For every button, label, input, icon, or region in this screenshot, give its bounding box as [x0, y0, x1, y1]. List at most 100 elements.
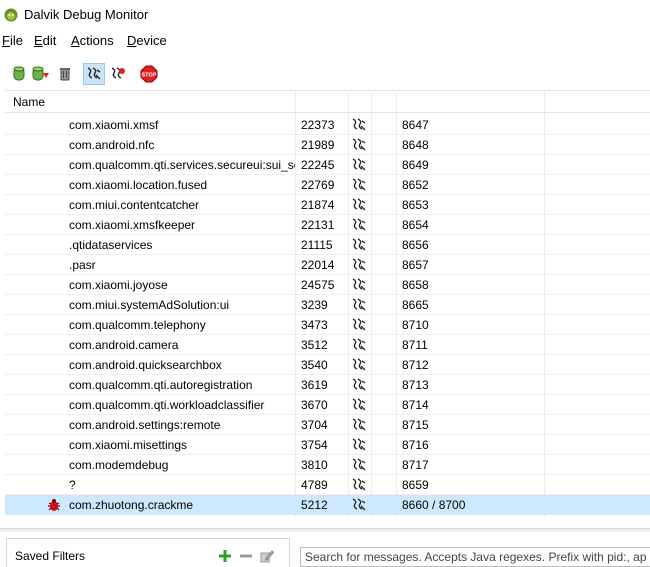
- menu-device[interactable]: Device: [127, 33, 167, 48]
- thread-icon: [352, 238, 366, 251]
- table-row[interactable]: .pasr 22014 8657: [5, 255, 650, 275]
- thread-status-cell: [351, 457, 373, 476]
- process-pid: 4789: [301, 478, 328, 492]
- menu-edit[interactable]: Edit: [34, 33, 56, 48]
- process-name: com.qualcomm.telephony: [69, 318, 206, 332]
- pane-separator[interactable]: [0, 528, 650, 532]
- table-row[interactable]: .qtidataservices 21115 8656: [5, 235, 650, 255]
- table-row[interactable]: com.xiaomi.joyose 24575 8658: [5, 275, 650, 295]
- table-row[interactable]: com.android.quicksearchbox 3540 8712: [5, 355, 650, 375]
- thread-icon: [352, 458, 366, 471]
- thread-icon: [352, 438, 366, 451]
- process-pid: 3754: [301, 438, 328, 452]
- thread-status-cell: [351, 417, 373, 436]
- debug-port: 8714: [402, 398, 429, 412]
- table-row[interactable]: com.qualcomm.telephony 3473 8710: [5, 315, 650, 335]
- table-row[interactable]: com.modemdebug 3810 8717: [5, 455, 650, 475]
- cause-gc-button[interactable]: [54, 63, 76, 85]
- menu-actions[interactable]: Actions: [71, 33, 114, 48]
- thread-status-cell: [351, 257, 373, 276]
- thread-icon: [352, 158, 366, 171]
- process-name: com.qualcomm.qti.autoregistration: [69, 378, 253, 392]
- debug-port: 8653: [402, 198, 429, 212]
- debug-port: 8713: [402, 378, 429, 392]
- debug-port: 8660 / 8700: [402, 498, 466, 512]
- debug-port: 8659: [402, 478, 429, 492]
- process-name: com.android.settings:remote: [69, 418, 221, 432]
- method-profiling-button[interactable]: [107, 63, 129, 85]
- window-title: Dalvik Debug Monitor: [24, 7, 149, 22]
- process-name: com.miui.contentcatcher: [69, 198, 200, 212]
- thread-status-cell: [351, 137, 373, 156]
- process-name: com.xiaomi.xmsf: [69, 118, 159, 132]
- process-pid: 5212: [301, 498, 328, 512]
- table-row[interactable]: com.miui.contentcatcher 21874 8653: [5, 195, 650, 215]
- thread-status-cell: [351, 357, 373, 376]
- saved-filters-panel: Saved Filters: [6, 538, 290, 567]
- debug-port: 8648: [402, 138, 429, 152]
- thread-icon: [352, 138, 366, 151]
- process-pid: 21989: [301, 138, 335, 152]
- stop-process-button[interactable]: STOP: [138, 63, 160, 85]
- process-pid: 3239: [301, 298, 328, 312]
- process-name: com.android.quicksearchbox: [69, 358, 222, 372]
- update-threads-button[interactable]: [83, 63, 105, 85]
- thread-status-cell: [351, 297, 373, 316]
- debug-port: 8657: [402, 258, 429, 272]
- saved-filters-label: Saved Filters: [15, 549, 86, 563]
- process-name: com.modemdebug: [69, 458, 169, 472]
- plus-icon: [219, 550, 231, 562]
- logcat-search-input[interactable]: [300, 547, 650, 567]
- table-row[interactable]: com.xiaomi.xmsf 22373 8647: [5, 115, 650, 135]
- dump-hprof-button[interactable]: [30, 63, 52, 85]
- add-filter-button[interactable]: [217, 548, 233, 564]
- column-header-name[interactable]: Name: [13, 95, 45, 109]
- debug-port: 8649: [402, 158, 429, 172]
- thread-icon: [352, 338, 366, 351]
- table-row[interactable]: com.qualcomm.qti.workloadclassifier 3670 8…: [5, 395, 650, 415]
- edit-filter-button[interactable]: [259, 548, 275, 564]
- debug-port: 8715: [402, 418, 429, 432]
- process-name: ?: [69, 478, 76, 492]
- thread-icon: [352, 258, 366, 271]
- process-pid: 3619: [301, 378, 328, 392]
- thread-icon: [352, 478, 366, 491]
- process-pid: 21115: [301, 238, 333, 252]
- table-row[interactable]: com.miui.systemAdSolution:ui 3239 8665: [5, 295, 650, 315]
- thread-icon: [352, 378, 366, 391]
- thread-icon: [352, 498, 366, 511]
- menu-bar: File Edit Actions Device: [0, 30, 650, 52]
- device-process-table: Name com.xiaomi.xmsf 22373 8647 com.android…: [5, 90, 650, 517]
- process-name: com.android.camera: [69, 338, 179, 352]
- process-name: com.xiaomi.joyose: [69, 278, 168, 292]
- table-row[interactable]: com.android.nfc 21989 8648: [5, 135, 650, 155]
- table-row[interactable]: com.android.settings:remote 3704 8715: [5, 415, 650, 435]
- table-row[interactable]: ? 4789 8659: [5, 475, 650, 495]
- thread-icon: [352, 198, 366, 211]
- process-pid: 22769: [301, 178, 335, 192]
- update-heap-button[interactable]: [8, 63, 30, 85]
- thread-icon: [352, 218, 366, 231]
- debug-port: 8717: [402, 458, 429, 472]
- thread-icon: [352, 398, 366, 411]
- table-row[interactable]: com.xiaomi.misettings 3754 8716: [5, 435, 650, 455]
- table-row[interactable]: com.xiaomi.location.fused 22769 8652: [5, 175, 650, 195]
- thread-icon: [352, 278, 366, 291]
- stop-process-icon: STOP: [140, 65, 158, 83]
- process-pid: 21874: [301, 198, 335, 212]
- process-name: com.qualcomm.qti.workloadclassifier: [69, 398, 265, 412]
- table-row[interactable]: com.zhuotong.crackme 5212 8660 / 8700: [5, 495, 650, 515]
- thread-status-cell: [351, 277, 373, 296]
- stop-icon-label: STOP: [142, 73, 157, 79]
- table-row[interactable]: com.xiaomi.xmsfkeeper 22131 8654: [5, 215, 650, 235]
- table-row[interactable]: com.qualcomm.qti.autoregistration 3619 871…: [5, 375, 650, 395]
- menu-file[interactable]: File: [2, 33, 23, 48]
- thread-status-cell: [351, 337, 373, 356]
- process-pid: 24575: [301, 278, 335, 292]
- thread-status-cell: [351, 377, 373, 396]
- remove-filter-button[interactable]: [238, 548, 254, 564]
- table-row[interactable]: com.qualcomm.qti.services.secureui:sui_s…: [5, 155, 650, 175]
- process-pid: 3540: [301, 358, 328, 372]
- table-row[interactable]: com.android.camera 3512 8711: [5, 335, 650, 355]
- process-pid: 3670: [301, 398, 328, 412]
